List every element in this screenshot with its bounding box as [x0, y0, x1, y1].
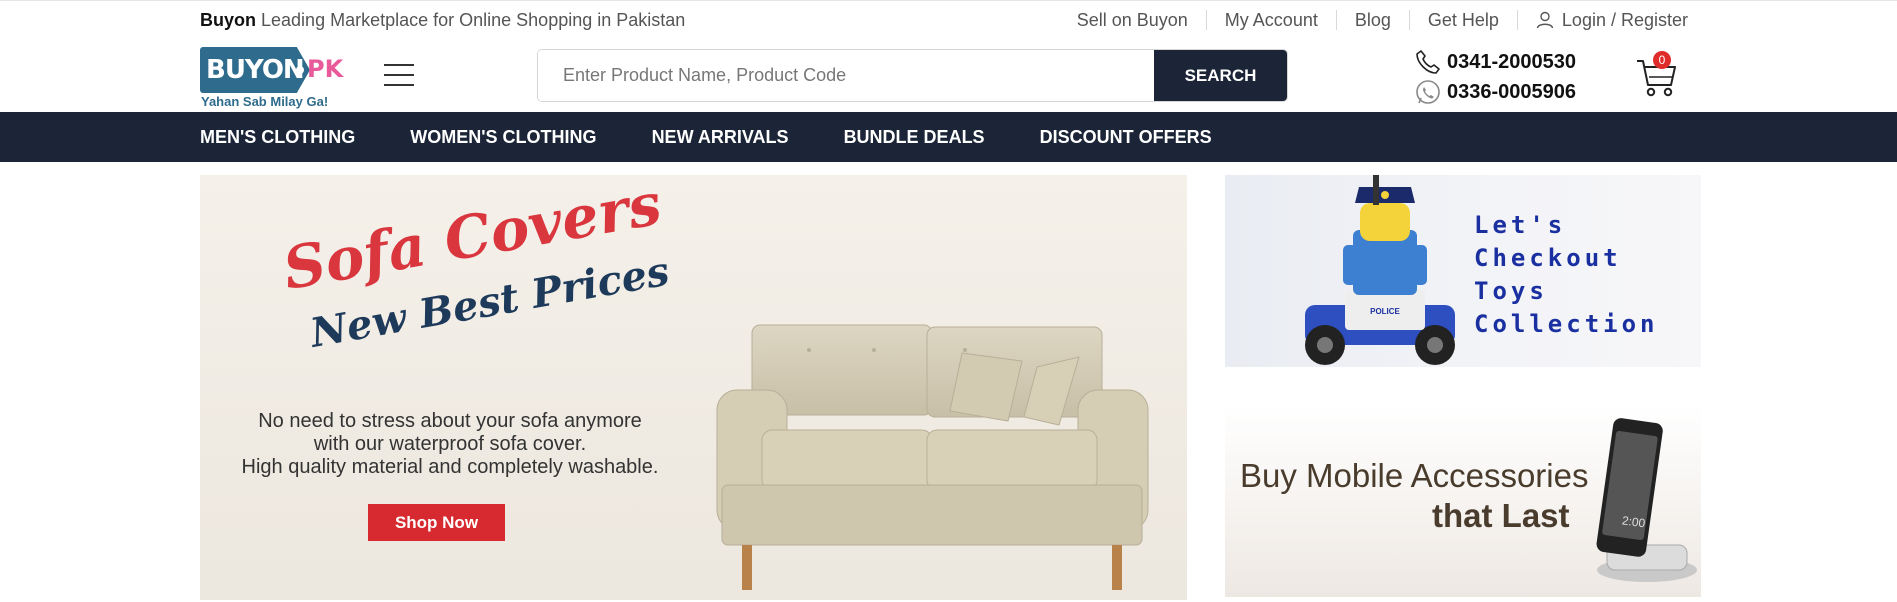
nav-new-arrivals[interactable]: NEW ARRIVALS [652, 127, 789, 148]
get-help-link[interactable]: Get Help [1410, 10, 1518, 30]
nav-discount-offers[interactable]: DISCOUNT OFFERS [1040, 127, 1212, 148]
user-icon [1536, 11, 1554, 29]
site-tagline: Buyon Leading Marketplace for Online Sho… [200, 10, 685, 31]
toys-collection-banner[interactable]: POLICE Let's Checkout Toys Collection [1225, 175, 1701, 367]
hero-banner-sofa-covers[interactable]: Sofa Covers New Best Prices No need to s… [200, 175, 1187, 600]
toys-line-4: Collection [1474, 310, 1659, 338]
blog-link[interactable]: Blog [1337, 10, 1410, 30]
toys-line-3: Toys [1474, 277, 1548, 305]
login-register-link[interactable]: Login / Register [1518, 10, 1688, 30]
police-badge-text: POLICE [1370, 307, 1400, 316]
whatsapp-icon [1416, 80, 1440, 104]
search-bar: SEARCH [537, 49, 1288, 102]
phone-number: 0341-2000530 [1447, 50, 1577, 73]
mobile-accessories-banner[interactable]: Buy Mobile Accessories that Last 2:00 [1225, 405, 1701, 597]
top-links: Sell on Buyon My Account Blog Get Help L… [1059, 10, 1688, 30]
phone-row[interactable]: 0341-2000530 [1415, 47, 1576, 77]
sell-on-buyon-link[interactable]: Sell on Buyon [1059, 10, 1207, 30]
cart-count-badge: 0 [1653, 51, 1671, 69]
toys-line-1: Let's [1474, 211, 1567, 239]
login-register-label: Login / Register [1561, 10, 1688, 30]
logo-badge: BUYON [200, 47, 310, 93]
cart-button[interactable]: 0 [1635, 49, 1680, 99]
whatsapp-row[interactable]: 0336-0005906 [1415, 77, 1576, 107]
nav-womens-clothing[interactable]: WOMEN'S CLOTHING [410, 127, 596, 148]
phone-dock-image: 2:00 [1596, 418, 1697, 582]
logo-dot [296, 66, 304, 74]
shop-now-button[interactable]: Shop Now [368, 504, 505, 541]
hero-description: No need to stress about your sofa anymor… [230, 410, 670, 479]
hero-line-3: High quality material and completely was… [241, 456, 659, 478]
phone-icon [1416, 50, 1440, 74]
tagline-text: Leading Marketplace for Online Shopping … [261, 10, 686, 30]
nav-bundle-deals[interactable]: BUNDLE DEALS [844, 127, 985, 148]
search-input[interactable] [538, 50, 1155, 101]
hero-line-1: No need to stress about your sofa anymor… [258, 410, 642, 432]
menu-icon[interactable] [384, 64, 414, 86]
toys-line-2: Checkout [1474, 244, 1622, 272]
main-navigation: MEN'S CLOTHING WOMEN'S CLOTHING NEW ARRI… [0, 112, 1897, 162]
logo-main-text: BUYON [206, 55, 305, 85]
contact-numbers: 0341-2000530 0336-0005906 [1415, 47, 1576, 107]
my-account-link[interactable]: My Account [1207, 10, 1337, 30]
toys-banner-text: Let's Checkout Toys Collection [1474, 209, 1659, 341]
nav-mens-clothing[interactable]: MEN'S CLOTHING [200, 127, 355, 148]
logo-suffix: PK [307, 55, 344, 83]
sofa-image [716, 324, 1149, 590]
mobile-banner-line-1: Buy Mobile Accessories [1240, 457, 1589, 494]
site-logo[interactable]: BUYON PK Yahan Sab Milay Ga! [200, 47, 343, 111]
search-button[interactable]: SEARCH [1154, 50, 1287, 101]
top-bar: Buyon Leading Marketplace for Online Sho… [0, 0, 1897, 40]
logo-subtitle: Yahan Sab Milay Ga! [201, 94, 329, 109]
hero-line-2: with our waterproof sofa cover. [313, 433, 587, 455]
whatsapp-number: 0336-0005906 [1447, 80, 1577, 103]
brand-name: Buyon [200, 10, 256, 30]
mobile-banner-line-2: that Last [1432, 497, 1570, 534]
